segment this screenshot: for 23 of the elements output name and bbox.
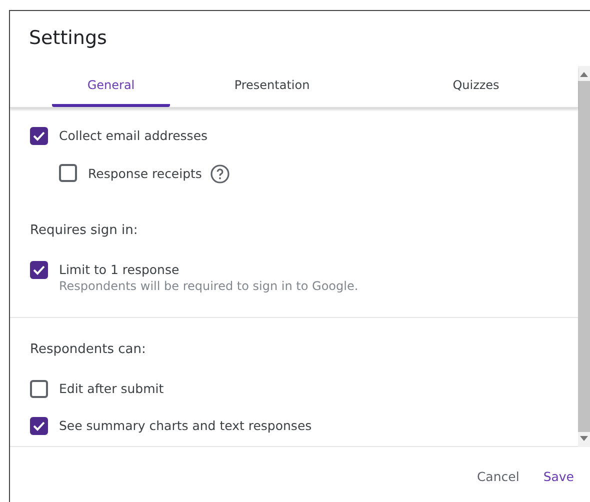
option-label: Limit to 1 response xyxy=(59,261,180,279)
checkbox[interactable] xyxy=(30,261,48,279)
option-description: Respondents will be required to sign in to Google. xyxy=(59,279,358,293)
dialog-title: Settings xyxy=(28,26,108,51)
scroll-up-icon xyxy=(580,72,588,77)
checkbox[interactable] xyxy=(59,164,77,182)
option-label: Edit after submit xyxy=(59,380,164,398)
checkbox[interactable] xyxy=(30,417,48,435)
cancel-button[interactable]: Cancel xyxy=(468,463,528,490)
option-label: See summary charts and text responses xyxy=(59,417,312,435)
tab[interactable]: General xyxy=(52,66,170,107)
option-label: Response receipts xyxy=(88,165,202,183)
scroll-down-icon xyxy=(580,436,588,441)
tab[interactable]: Quizzes xyxy=(374,66,578,107)
help-icon[interactable] xyxy=(210,164,230,184)
option-label: Collect email addresses xyxy=(59,127,208,145)
checkbox[interactable] xyxy=(30,380,48,398)
scrollbar[interactable] xyxy=(578,66,590,447)
section-heading: Respondents can: xyxy=(30,342,147,358)
checkbox[interactable] xyxy=(30,127,48,145)
section-heading: Requires sign in: xyxy=(30,223,139,239)
tab[interactable]: Presentation xyxy=(170,66,374,107)
save-button[interactable]: Save xyxy=(535,463,582,490)
